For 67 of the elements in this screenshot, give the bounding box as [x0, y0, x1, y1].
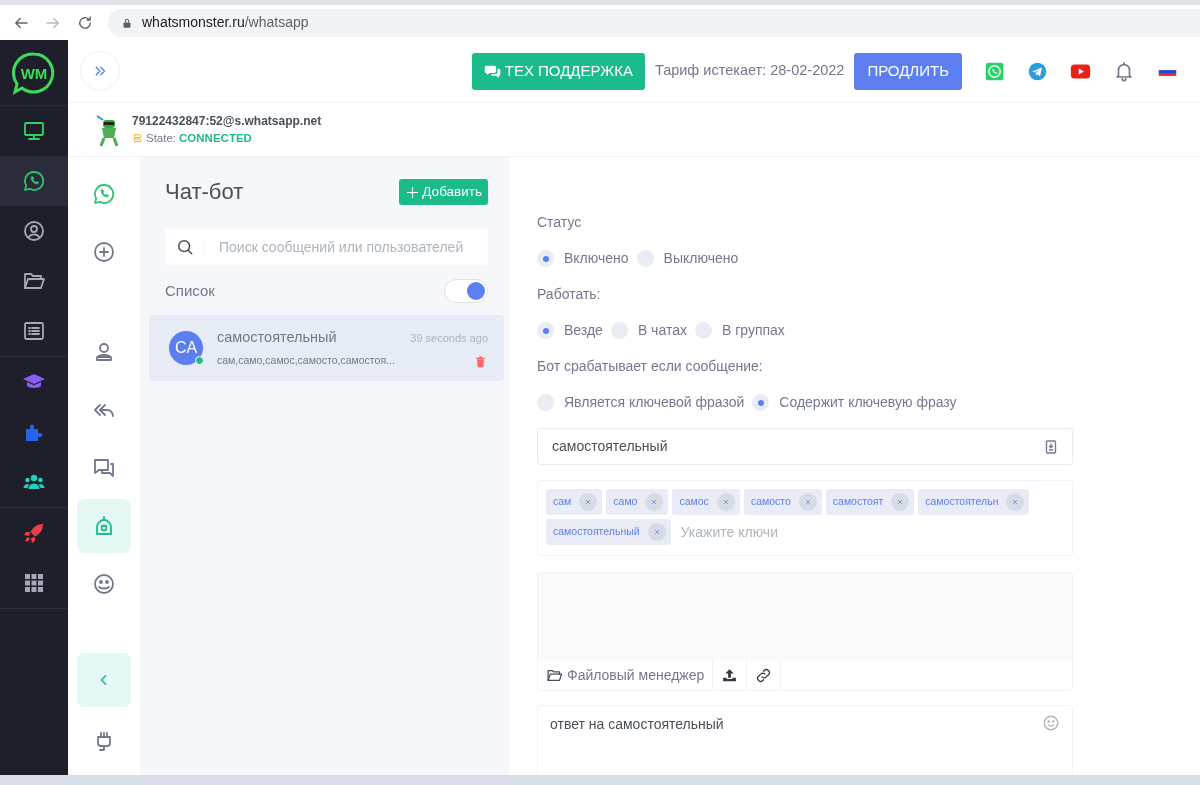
reply-box[interactable]: ответ на самостоятельный	[537, 705, 1073, 775]
remove-tag-button[interactable]	[647, 523, 666, 541]
renew-button[interactable]: ПРОДЛИТЬ	[854, 52, 962, 90]
chat-bubble-icon	[92, 182, 116, 206]
remove-tag-button[interactable]	[579, 493, 598, 511]
remove-tag-button[interactable]	[891, 493, 910, 511]
smiley-icon	[1042, 714, 1060, 732]
radio-label[interactable]: Везде	[564, 320, 603, 341]
paper-plane-link[interactable]	[1027, 60, 1048, 82]
paper-plane-icon	[1027, 60, 1048, 82]
reload-icon	[76, 13, 94, 32]
chat-preview: сам,само,самос,самосто,самостоя...	[217, 353, 395, 369]
tag-text: самосто	[750, 494, 791, 510]
field-label: Статус	[537, 213, 583, 232]
tool-nav-item[interactable]	[77, 499, 131, 553]
radio-button[interactable]	[537, 322, 554, 339]
tag-text: самос	[679, 494, 709, 510]
support-button[interactable]: ТЕХ ПОДДЕРЖКА	[471, 52, 645, 90]
tag-text: самостоятельн	[925, 494, 999, 510]
list-toggle[interactable]	[444, 279, 488, 304]
remove-tag-button[interactable]	[645, 493, 664, 511]
tag-text: само	[613, 494, 638, 510]
reload-button[interactable]	[76, 13, 94, 32]
notifications-button[interactable]	[1113, 60, 1135, 82]
bell-icon	[1113, 60, 1135, 82]
chat-bubbles-icon	[92, 456, 116, 480]
plus-icon	[405, 184, 421, 200]
state-value: CONNECTED	[179, 130, 252, 146]
server-icon	[132, 133, 143, 144]
radio-label[interactable]: Содержит ключевую фразу	[779, 392, 957, 413]
remove-tag-button[interactable]	[716, 493, 735, 511]
phone-icon	[984, 60, 1005, 82]
list-label: Список	[165, 281, 215, 302]
emoji-icon	[92, 572, 116, 596]
phone-link[interactable]	[984, 60, 1005, 82]
url-text: whatsmonster.ru/whatsapp	[142, 13, 309, 32]
sidebar-item[interactable]	[0, 156, 68, 206]
logo: WM	[12, 50, 56, 95]
plus-circle-icon	[92, 240, 116, 264]
search-field[interactable]: Поиск сообщений или пользователей	[205, 235, 488, 259]
radio-button[interactable]	[752, 394, 770, 411]
keyword-box[interactable]: самостоятельный	[537, 428, 1073, 465]
field-label: Работать:	[537, 285, 602, 304]
link-icon	[755, 666, 773, 684]
search-box[interactable]: Поиск сообщений или пользователей	[165, 229, 488, 266]
radio-label[interactable]: В чатах	[637, 320, 687, 341]
upload-icon	[721, 666, 739, 684]
panel-title: Чат-бот	[165, 179, 244, 206]
radio-label[interactable]: Выключено	[663, 248, 739, 269]
radio-label[interactable]: Является ключевой фразой	[564, 392, 745, 413]
avatar: CA	[169, 331, 203, 366]
tariff-expiry-text: Тариф истекает: 28-02-2022	[654, 61, 845, 81]
radio-label[interactable]: Включено	[564, 248, 629, 269]
radio-label[interactable]: В группах	[721, 320, 785, 341]
account-id: 79122432847:52@s.whatsapp.net	[132, 112, 322, 130]
remove-tag-button[interactable]	[798, 493, 817, 511]
tag-text: сам	[553, 494, 572, 510]
add-button[interactable]: Добавить	[399, 179, 488, 206]
state-label: State:	[146, 130, 177, 146]
tag-text: самостоятельный	[553, 524, 640, 540]
tag-text: самостоят	[832, 494, 884, 510]
radio-button[interactable]	[537, 250, 554, 267]
file-manager-button[interactable]: Файловый менеджер	[538, 660, 714, 690]
remove-tag-button[interactable]	[1006, 493, 1025, 511]
field-label: Бот срабатывает если сообщение:	[537, 357, 764, 376]
chat-name: самостоятельный	[217, 328, 337, 348]
address-bar[interactable]: whatsmonster.ru/whatsapp	[108, 8, 1200, 37]
